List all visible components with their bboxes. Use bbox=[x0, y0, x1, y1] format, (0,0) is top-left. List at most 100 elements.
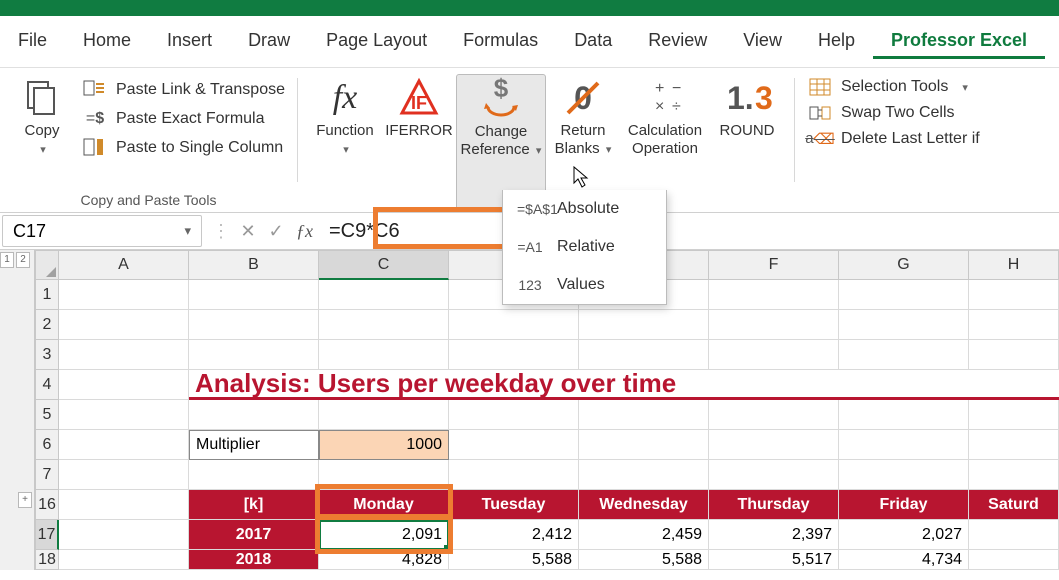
cell-F18[interactable]: 5,517 bbox=[709, 550, 839, 570]
formula-bar[interactable]: =C9*C6 bbox=[319, 215, 1059, 247]
name-box[interactable]: C17▾ bbox=[2, 215, 202, 247]
cell[interactable] bbox=[319, 310, 449, 340]
cell[interactable] bbox=[839, 340, 969, 370]
col-header-H[interactable]: H bbox=[969, 250, 1059, 280]
cell[interactable] bbox=[839, 430, 969, 460]
cell[interactable] bbox=[579, 400, 709, 430]
table-header-fri[interactable]: Friday bbox=[839, 490, 969, 520]
cell[interactable] bbox=[189, 310, 319, 340]
col-header-C[interactable]: C bbox=[319, 250, 449, 280]
analysis-title[interactable]: Analysis: Users per weekday over time bbox=[189, 370, 1059, 400]
menu-home[interactable]: Home bbox=[65, 22, 149, 59]
menu-review[interactable]: Review bbox=[630, 22, 725, 59]
cell[interactable] bbox=[449, 430, 579, 460]
cell[interactable] bbox=[59, 430, 189, 460]
table-header-k[interactable]: [k] bbox=[189, 490, 319, 520]
dropdown-absolute[interactable]: =$A$1 Absolute bbox=[503, 190, 666, 228]
cell-H17[interactable] bbox=[969, 520, 1059, 550]
multiplier-label[interactable]: Multiplier bbox=[189, 430, 319, 460]
cell[interactable] bbox=[709, 430, 839, 460]
paste-link-transpose-button[interactable]: Paste Link & Transpose bbox=[80, 76, 287, 104]
cell[interactable] bbox=[579, 460, 709, 490]
cell[interactable] bbox=[969, 280, 1059, 310]
cell[interactable] bbox=[59, 550, 189, 570]
cell-G17[interactable]: 2,027 bbox=[839, 520, 969, 550]
year-2017[interactable]: 2017 bbox=[189, 520, 319, 550]
menu-draw[interactable]: Draw bbox=[230, 22, 308, 59]
outline-level-2[interactable]: 2 bbox=[16, 252, 30, 268]
row-header-4[interactable]: 4 bbox=[35, 370, 59, 400]
cell[interactable] bbox=[839, 280, 969, 310]
cell[interactable] bbox=[969, 430, 1059, 460]
row-header-6[interactable]: 6 bbox=[35, 430, 59, 460]
swap-two-cells-button[interactable]: Swap Two Cells bbox=[805, 100, 982, 126]
cell-E17[interactable]: 2,459 bbox=[579, 520, 709, 550]
multiplier-value[interactable]: 1000 bbox=[319, 430, 449, 460]
cell[interactable] bbox=[189, 340, 319, 370]
cell[interactable] bbox=[449, 400, 579, 430]
cell[interactable] bbox=[449, 340, 579, 370]
paste-single-column-button[interactable]: Paste to Single Column bbox=[80, 134, 287, 162]
outline-level-1[interactable]: 1 bbox=[0, 252, 14, 268]
menu-data[interactable]: Data bbox=[556, 22, 630, 59]
col-header-B[interactable]: B bbox=[189, 250, 319, 280]
menu-page-layout[interactable]: Page Layout bbox=[308, 22, 445, 59]
function-button[interactable]: fx Function▾ bbox=[308, 74, 382, 212]
row-header-2[interactable]: 2 bbox=[35, 310, 59, 340]
table-header-thu[interactable]: Thursday bbox=[709, 490, 839, 520]
cell-E18[interactable]: 5,588 bbox=[579, 550, 709, 570]
menu-view[interactable]: View bbox=[725, 22, 800, 59]
table-header-tue[interactable]: Tuesday bbox=[449, 490, 579, 520]
cell[interactable] bbox=[59, 340, 189, 370]
select-all-corner[interactable] bbox=[35, 250, 59, 280]
delete-last-letter-button[interactable]: a⌫ Delete Last Letter if bbox=[805, 126, 982, 152]
cell[interactable] bbox=[59, 490, 189, 520]
dropdown-values[interactable]: 123 Values bbox=[503, 266, 666, 304]
cell-H18[interactable] bbox=[969, 550, 1059, 570]
paste-exact-formula-button[interactable]: =$ Paste Exact Formula bbox=[80, 106, 287, 132]
row-header-7[interactable]: 7 bbox=[35, 460, 59, 490]
cell[interactable] bbox=[969, 310, 1059, 340]
cell[interactable] bbox=[969, 460, 1059, 490]
selection-tools-button[interactable]: Selection Tools▾ bbox=[805, 74, 982, 100]
cell[interactable] bbox=[839, 460, 969, 490]
cell[interactable] bbox=[579, 340, 709, 370]
row-header-17[interactable]: 17 bbox=[35, 520, 59, 550]
cell[interactable] bbox=[579, 310, 709, 340]
cell[interactable] bbox=[969, 340, 1059, 370]
cell[interactable] bbox=[319, 400, 449, 430]
cell-F17[interactable]: 2,397 bbox=[709, 520, 839, 550]
cell[interactable] bbox=[189, 400, 319, 430]
cell[interactable] bbox=[709, 310, 839, 340]
row-header-16[interactable]: 16 bbox=[35, 490, 59, 520]
cell[interactable] bbox=[59, 280, 189, 310]
table-header-wed[interactable]: Wednesday bbox=[579, 490, 709, 520]
fx-label[interactable]: ƒx bbox=[290, 221, 319, 242]
cell[interactable] bbox=[709, 460, 839, 490]
cell[interactable] bbox=[319, 460, 449, 490]
cancel-formula-icon[interactable]: ✕ bbox=[234, 221, 262, 242]
cell[interactable] bbox=[579, 430, 709, 460]
iferror-button[interactable]: IF IFERROR bbox=[382, 74, 456, 212]
row-header-3[interactable]: 3 bbox=[35, 340, 59, 370]
dropdown-relative[interactable]: =A1 Relative bbox=[503, 228, 666, 266]
cell[interactable] bbox=[59, 370, 189, 400]
year-2018[interactable]: 2018 bbox=[189, 550, 319, 570]
menu-professor-excel[interactable]: Professor Excel bbox=[873, 22, 1045, 59]
cell-G18[interactable]: 4,734 bbox=[839, 550, 969, 570]
cell[interactable] bbox=[189, 460, 319, 490]
cell-C18[interactable]: 4,828 bbox=[319, 550, 449, 570]
cell[interactable] bbox=[709, 340, 839, 370]
cell-D17[interactable]: 2,412 bbox=[449, 520, 579, 550]
cell[interactable] bbox=[839, 400, 969, 430]
row-header-1[interactable]: 1 bbox=[35, 280, 59, 310]
menu-formulas[interactable]: Formulas bbox=[445, 22, 556, 59]
cell[interactable] bbox=[449, 310, 579, 340]
cell[interactable] bbox=[839, 310, 969, 340]
col-header-A[interactable]: A bbox=[59, 250, 189, 280]
cell[interactable] bbox=[189, 280, 319, 310]
cell-D18[interactable]: 5,588 bbox=[449, 550, 579, 570]
cell[interactable] bbox=[59, 400, 189, 430]
row-header-5[interactable]: 5 bbox=[35, 400, 59, 430]
cell[interactable] bbox=[59, 520, 189, 550]
